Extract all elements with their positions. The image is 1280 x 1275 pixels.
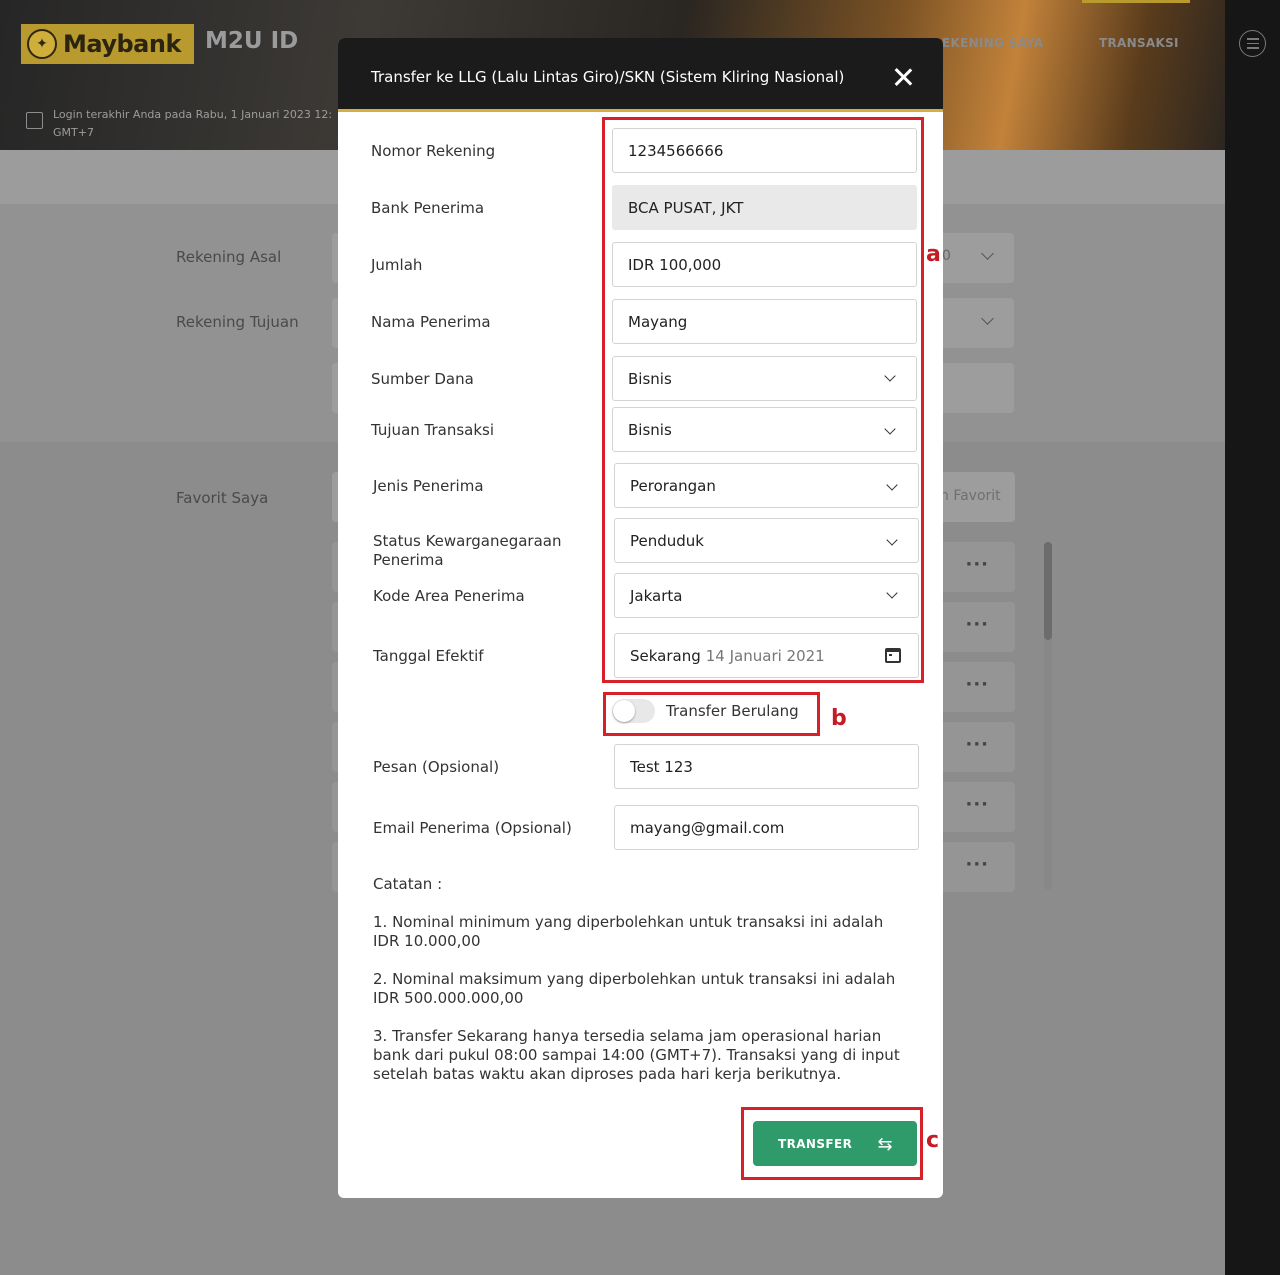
chevron-down-icon bbox=[981, 247, 994, 260]
logo-text: Maybank bbox=[63, 30, 181, 58]
tanggal-efektif-label: Tanggal Efektif bbox=[373, 647, 484, 665]
annotation-box-c bbox=[741, 1107, 923, 1180]
email-label: Email Penerima (Opsional) bbox=[373, 819, 572, 837]
hamburger-menu-icon[interactable] bbox=[1239, 30, 1266, 57]
email-input[interactable]: mayang@gmail.com bbox=[614, 805, 919, 850]
email-value: mayang@gmail.com bbox=[630, 818, 785, 837]
more-options-icon[interactable]: ··· bbox=[965, 794, 989, 815]
more-options-icon[interactable]: ··· bbox=[965, 554, 989, 575]
modal-header: Transfer ke LLG (Lalu Lintas Giro)/SKN (… bbox=[338, 38, 943, 112]
scrollbar-thumb[interactable] bbox=[1044, 542, 1052, 640]
nomor-rekening-label: Nomor Rekening bbox=[371, 142, 496, 160]
tujuan-transaksi-label: Tujuan Transaksi bbox=[371, 421, 495, 439]
rekening-asal-label: Rekening Asal bbox=[176, 248, 282, 266]
pesan-label: Pesan (Opsional) bbox=[373, 758, 500, 776]
nama-penerima-label: Nama Penerima bbox=[371, 313, 491, 331]
more-options-icon[interactable]: ··· bbox=[965, 614, 989, 635]
favorites-scrollbar[interactable] bbox=[1044, 542, 1052, 890]
favorit-saya-label: Favorit Saya bbox=[176, 489, 269, 507]
notes-title: Catatan : bbox=[373, 875, 443, 893]
jenis-penerima-label: Jenis Penerima bbox=[373, 477, 484, 495]
nav-rekening-saya[interactable]: EKENING SAYA bbox=[942, 36, 1043, 50]
last-login-timezone: GMT+7 bbox=[53, 126, 94, 139]
more-options-icon[interactable]: ··· bbox=[965, 734, 989, 755]
annotation-label-b: b bbox=[831, 706, 847, 731]
annotation-box-a bbox=[602, 117, 924, 683]
sumber-dana-label: Sumber Dana bbox=[371, 370, 474, 388]
tiger-emblem-icon: ✦ bbox=[27, 29, 57, 59]
annotation-label-a: a bbox=[926, 242, 941, 267]
status-kewarganegaraan-label: Status Kewarganegaraan Penerima bbox=[373, 532, 562, 569]
maybank-logo[interactable]: ✦ Maybank bbox=[21, 24, 194, 64]
last-login-info: Login terakhir Anda pada Rabu, 1 Januari… bbox=[53, 106, 343, 142]
annotation-label-c: c bbox=[926, 1128, 940, 1153]
rekening-tujuan-label: Rekening Tujuan bbox=[176, 313, 299, 331]
nav-active-indicator bbox=[1082, 0, 1190, 3]
kode-area-label: Kode Area Penerima bbox=[373, 587, 525, 605]
note-1: 1. Nominal minimum yang diperbolehkan un… bbox=[373, 913, 884, 950]
annotation-box-b bbox=[603, 692, 820, 736]
nav-transaksi[interactable]: TRANSAKSI bbox=[1099, 36, 1179, 50]
close-icon[interactable] bbox=[890, 64, 916, 90]
pesan-input[interactable]: Test 123 bbox=[614, 744, 919, 789]
right-side-strip bbox=[1225, 0, 1280, 1275]
more-options-icon[interactable]: ··· bbox=[965, 854, 989, 875]
more-options-icon[interactable]: ··· bbox=[965, 674, 989, 695]
note-3: 3. Transfer Sekarang hanya tersedia sela… bbox=[373, 1027, 900, 1083]
tambah-favorit-label: h Favorit bbox=[940, 488, 1001, 504]
jumlah-label: Jumlah bbox=[371, 256, 423, 274]
chevron-down-icon bbox=[981, 312, 994, 325]
rekening-asal-value: 0 bbox=[942, 248, 951, 264]
calendar-clock-icon bbox=[26, 112, 43, 129]
modal-title: Transfer ke LLG (Lalu Lintas Giro)/SKN (… bbox=[371, 68, 845, 86]
note-2: 2. Nominal maksimum yang diperbolehkan u… bbox=[373, 970, 896, 1007]
product-name: M2U ID bbox=[205, 28, 299, 54]
pesan-value: Test 123 bbox=[630, 757, 693, 776]
bank-penerima-label: Bank Penerima bbox=[371, 199, 485, 217]
last-login-text: Login terakhir Anda pada Rabu, 1 Januari… bbox=[53, 108, 333, 121]
